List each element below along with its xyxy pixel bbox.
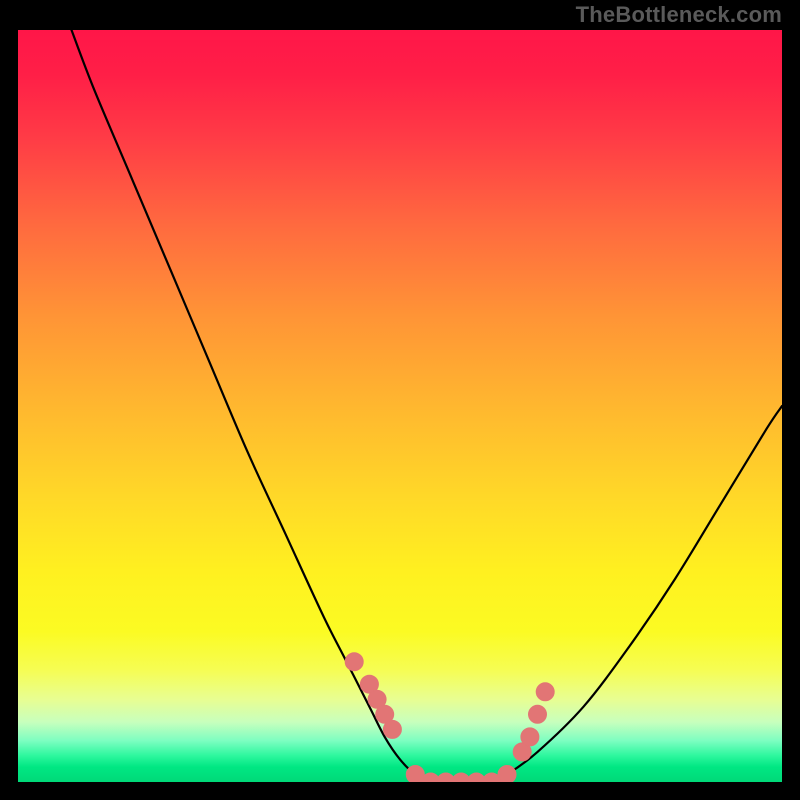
highlight-dot [383,720,401,738]
highlight-dot [536,683,554,701]
bottleneck-curve [72,30,783,782]
highlight-dot [529,705,547,723]
highlight-dot [345,653,363,671]
plot-area [18,30,782,782]
chart-container: TheBottleneck.com [0,0,800,800]
highlight-dot [498,766,516,783]
watermark-text: TheBottleneck.com [576,2,782,28]
curve-svg [18,30,782,782]
highlight-dot [521,728,539,746]
